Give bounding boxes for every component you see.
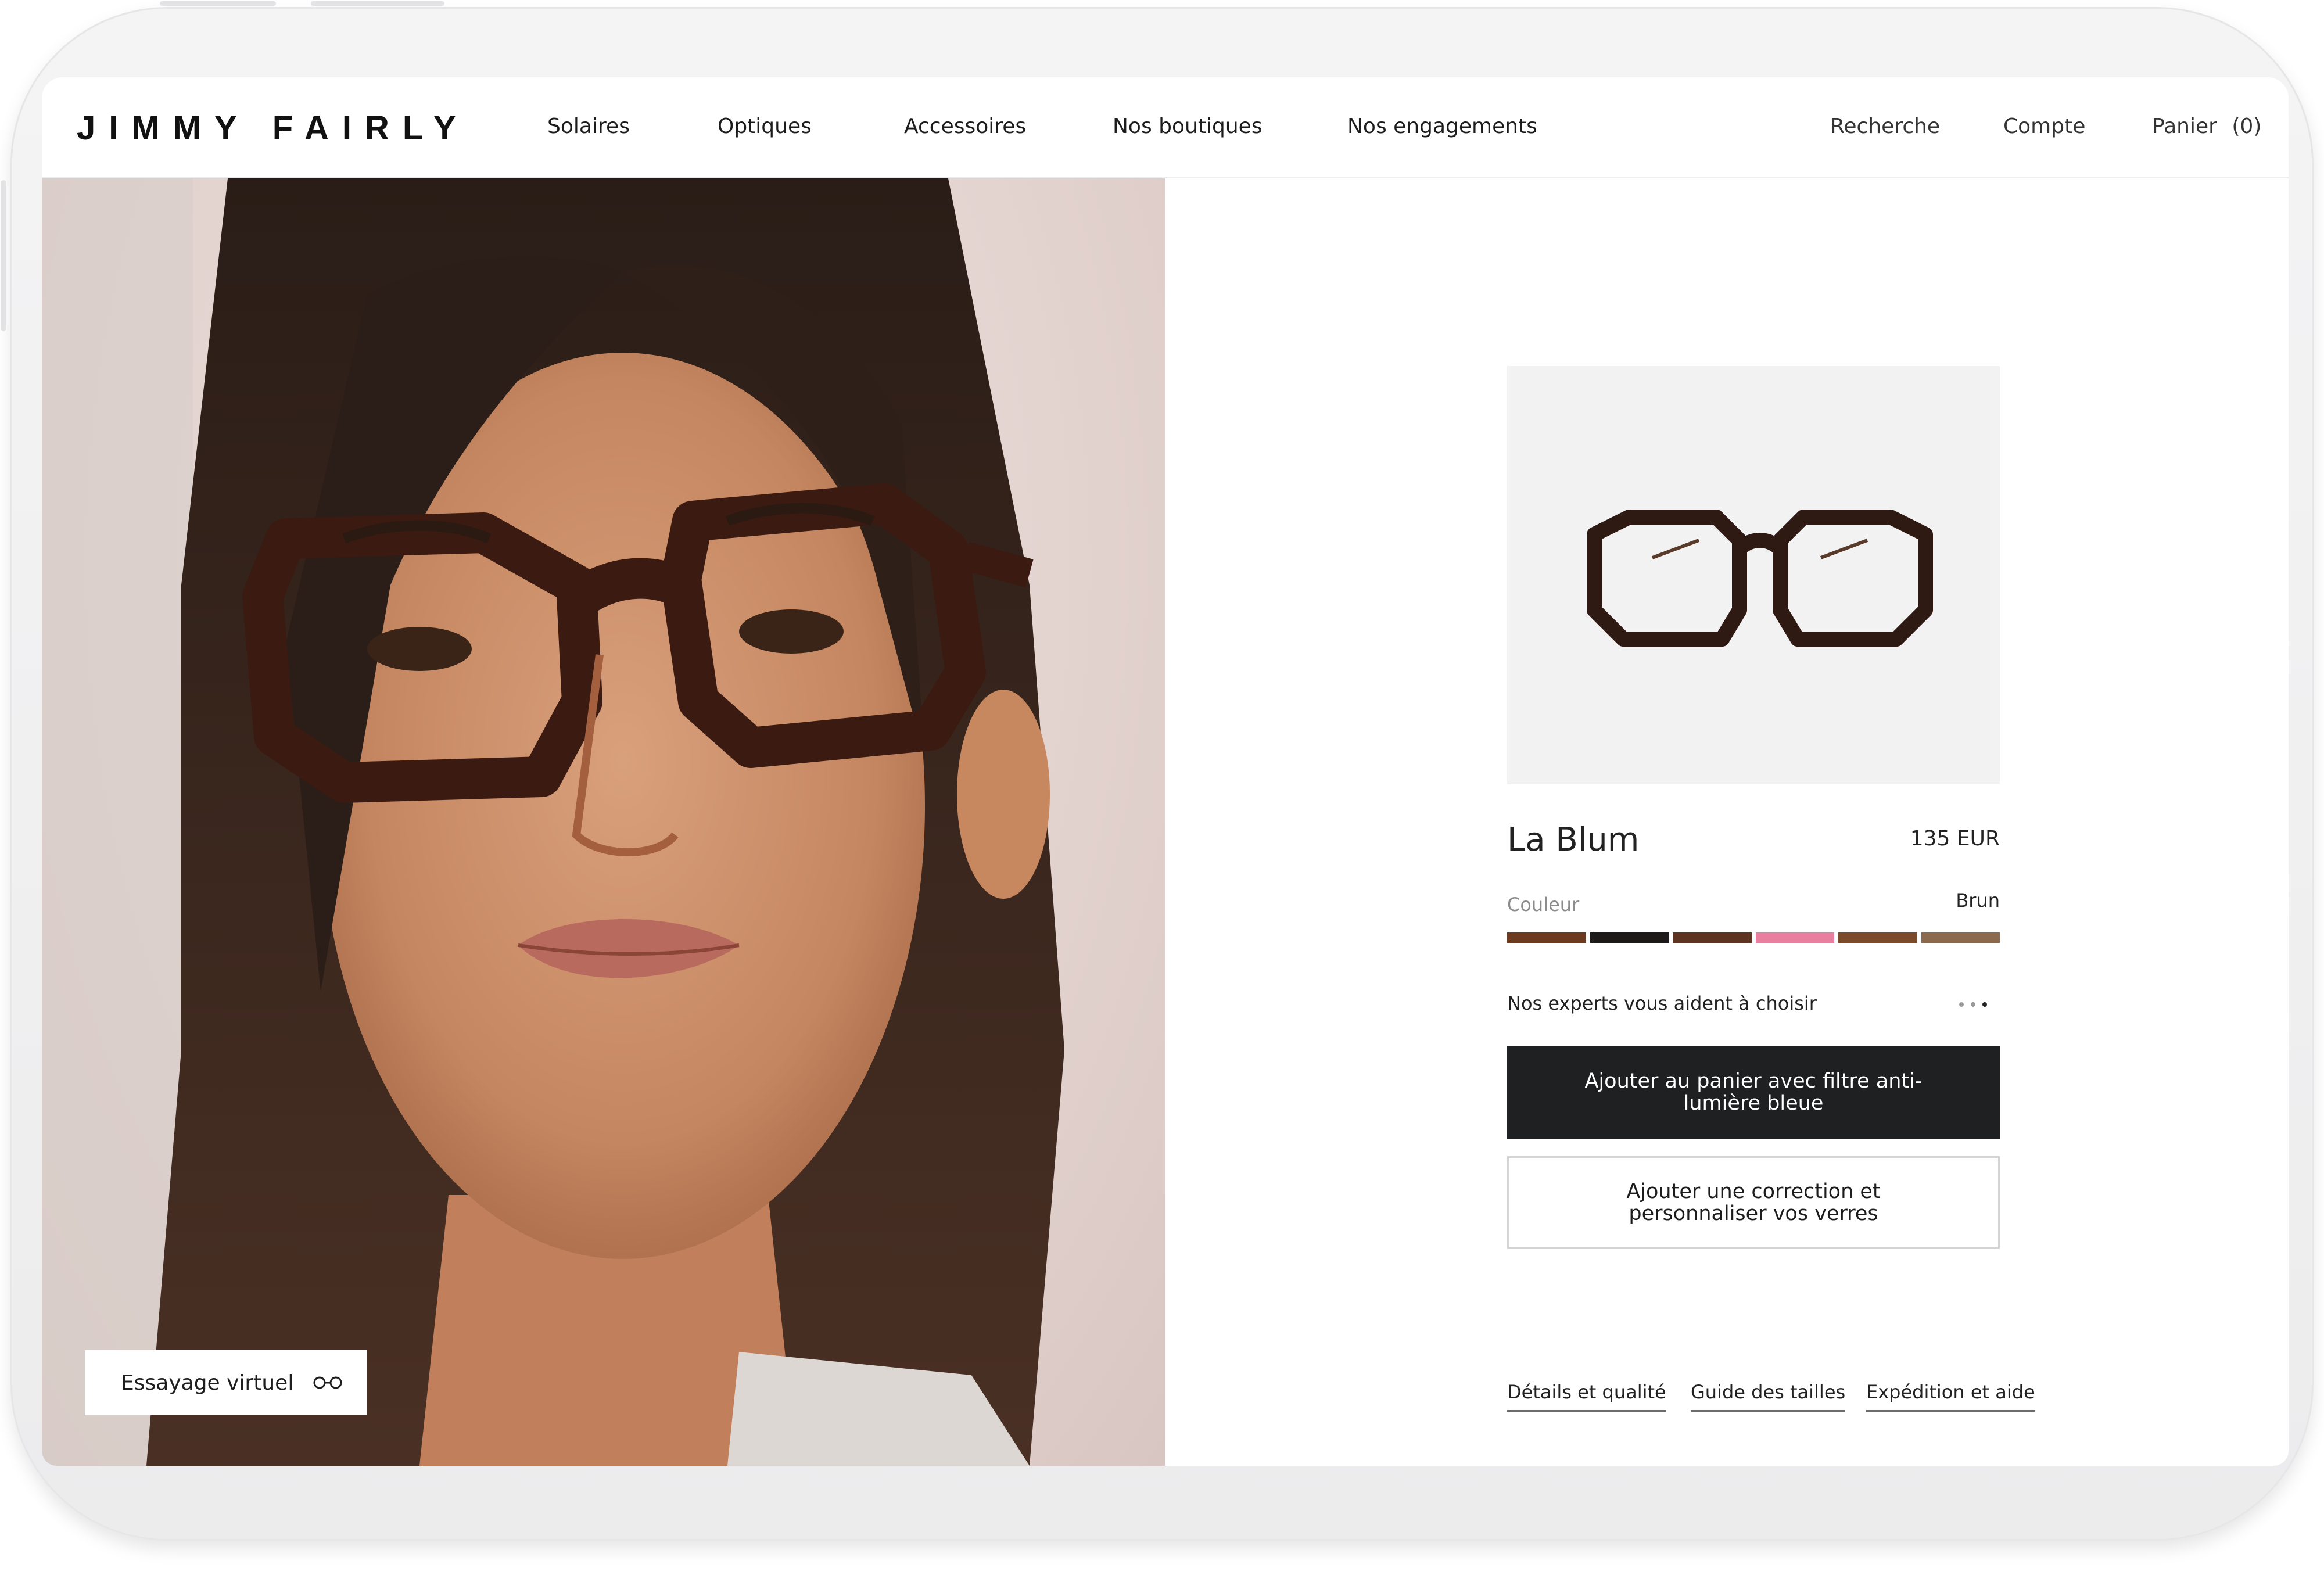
nav-item-solaires[interactable]: Solaires [547,114,630,138]
product-price: 135 EUR [1910,827,2000,851]
browser-screen: JIMMY FAIRLY Solaires Optiques Accessoir… [42,77,2289,1466]
nav-item-nos-engagements[interactable]: Nos engagements [1347,114,1537,138]
shipping-help-link[interactable]: Expédition et aide [1866,1381,2035,1412]
brand-logo[interactable]: JIMMY FAIRLY [77,109,469,148]
hero-image: Essayage virtuel [42,178,1165,1466]
account-link[interactable]: Compte [2003,114,2085,138]
color-label: Couleur [1507,894,1580,916]
swatch-taupe[interactable] [1921,932,2000,943]
tablet-side-button [1,180,6,331]
glasses-icon [313,1376,342,1389]
typing-dots-icon [1959,1002,1987,1007]
cart-count: (0) [2232,114,2262,138]
size-guide-link[interactable]: Guide des tailles [1691,1381,1846,1412]
swatch-rose[interactable] [1755,932,1834,943]
virtual-tryon-label: Essayage virtuel [121,1370,294,1395]
site-header: JIMMY FAIRLY Solaires Optiques Accessoir… [42,77,2289,178]
nav-item-optiques[interactable]: Optiques [718,114,812,138]
swatch-brun[interactable] [1507,932,1586,943]
swatch-caramel[interactable] [1673,932,1752,943]
details-quality-link[interactable]: Détails et qualité [1507,1381,1666,1412]
product-name: La Blum [1507,821,1640,859]
tablet-side-button [160,1,276,6]
nav-item-accessoires[interactable]: Accessoires [904,114,1026,138]
search-link[interactable]: Recherche [1830,114,1940,138]
swatch-noir[interactable] [1590,932,1669,943]
tablet-side-button [311,1,444,6]
swatch-ecaille[interactable] [1838,932,1917,943]
cart-label: Panier [2152,114,2217,138]
virtual-tryon-button[interactable]: Essayage virtuel [85,1350,367,1415]
cart-link[interactable]: Panier (0) [2152,114,2261,138]
experts-help-text[interactable]: Nos experts vous aident à choisir [1507,992,1817,1014]
color-swatches [1507,932,2000,943]
color-value: Brun [1956,889,2000,912]
model-portrait [42,178,1064,1466]
nav-item-nos-boutiques[interactable]: Nos boutiques [1113,114,1263,138]
product-thumbnail[interactable] [1507,366,2000,784]
add-correction-button[interactable]: Ajouter une correction et personnaliser … [1507,1156,2000,1249]
add-to-cart-bluelight-button[interactable]: Ajouter au panier avec filtre anti-lumiè… [1507,1046,2000,1139]
glasses-product-image [1587,510,1933,647]
